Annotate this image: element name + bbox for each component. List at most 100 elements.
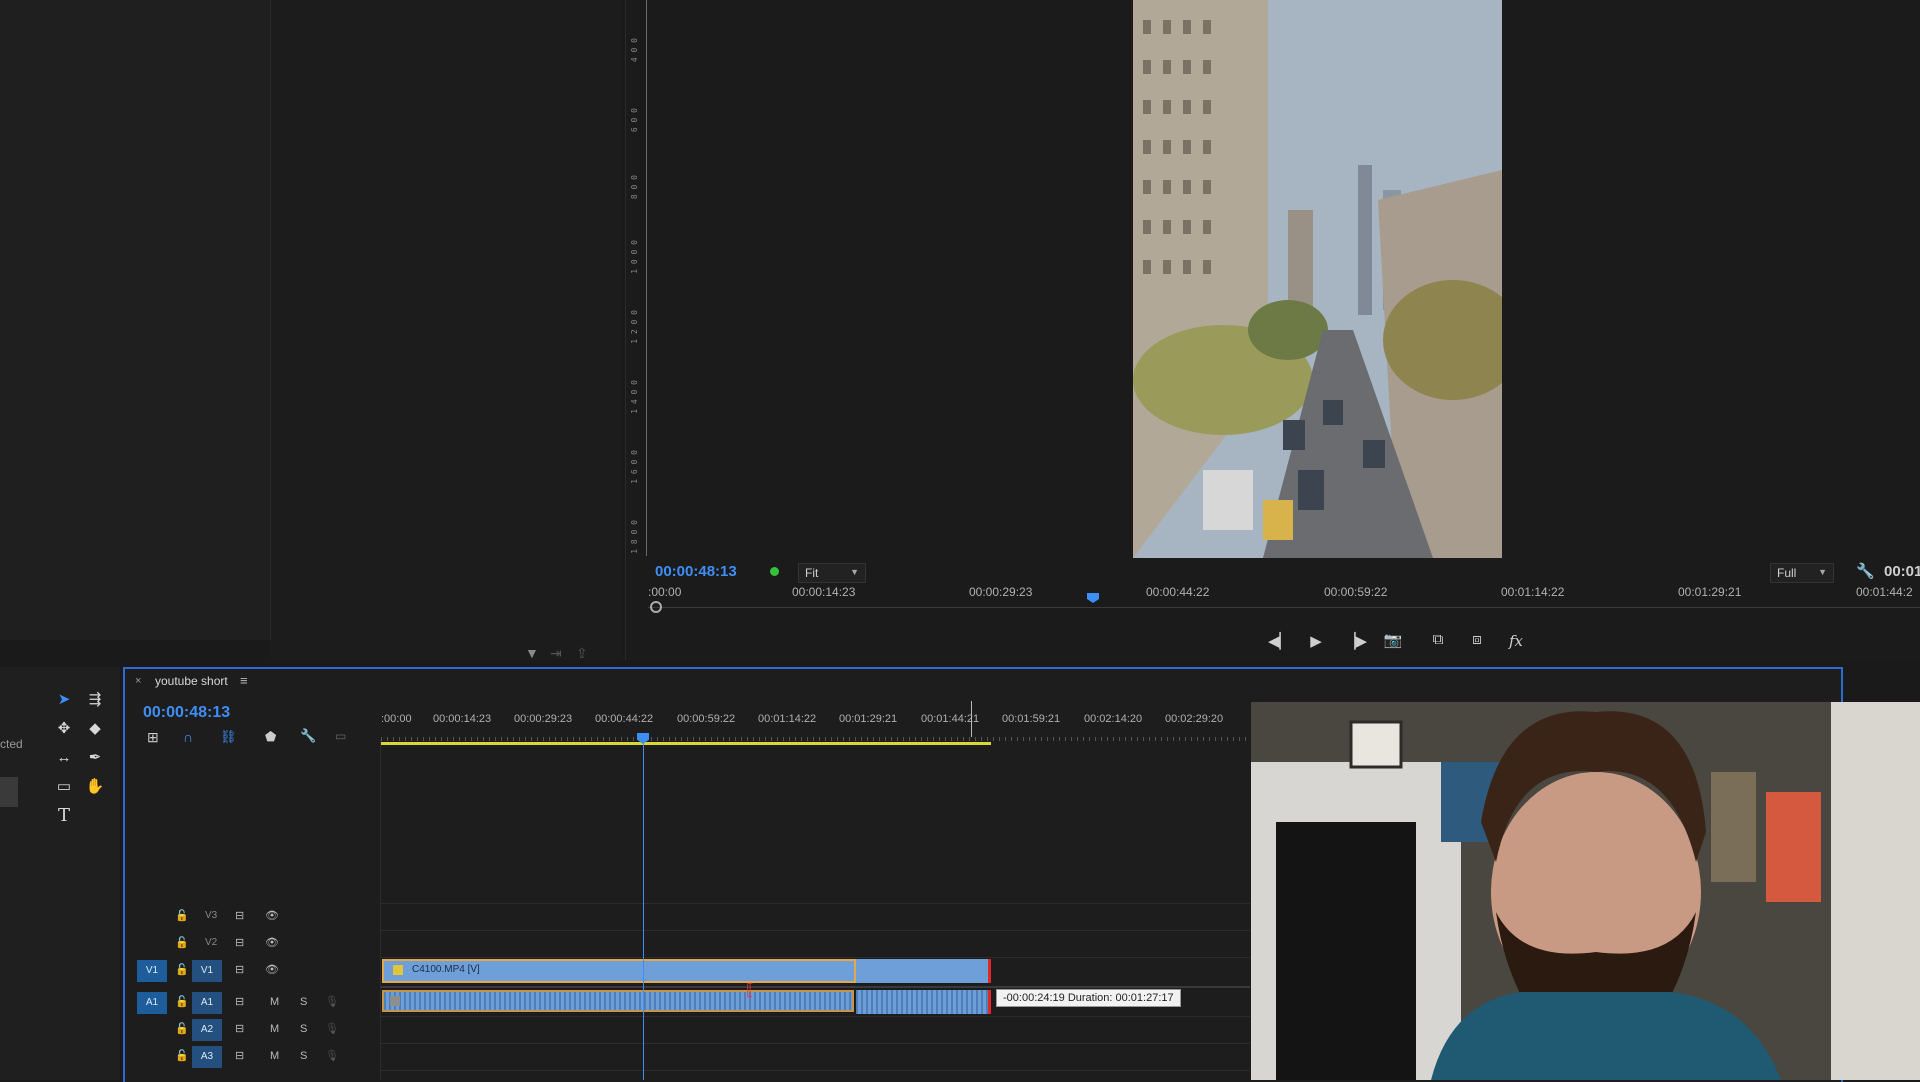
microphone-icon[interactable]: 🎙: [325, 1049, 339, 1062]
insert-icon[interactable]: ⇥: [550, 645, 562, 662]
camera-icon[interactable]: 📷: [1382, 631, 1404, 649]
in-point-handle[interactable]: [650, 601, 662, 613]
ripple-edit-tool-icon[interactable]: ✥: [53, 718, 75, 740]
track-target-a3[interactable]: A3: [192, 1046, 222, 1068]
lock-icon[interactable]: 🔓: [175, 1049, 189, 1062]
monitor-duration: 00:01: [1884, 563, 1920, 580]
extract-icon[interactable]: ⧈: [1466, 631, 1488, 648]
tick-label: 00:01:14:22: [758, 713, 817, 725]
tick-label: 00:00:44:22: [1146, 585, 1210, 599]
sync-lock-icon[interactable]: ⊟: [235, 1049, 244, 1062]
captions-icon[interactable]: ▭: [335, 729, 346, 743]
sync-lock-icon[interactable]: ⊟: [235, 936, 244, 949]
timeline-timecode[interactable]: 00:00:48:13: [143, 704, 230, 722]
work-area-bar[interactable]: [381, 742, 991, 745]
track-target-v1[interactable]: V1: [192, 960, 222, 982]
mute-button[interactable]: M: [270, 1023, 279, 1035]
eye-icon[interactable]: 👁: [265, 909, 279, 922]
panel-menu-icon[interactable]: ≡: [240, 673, 248, 688]
settings-wrench-icon[interactable]: 🔧: [300, 728, 316, 744]
linked-selection-icon[interactable]: ⛓: [220, 729, 237, 745]
solo-button[interactable]: S: [300, 1023, 307, 1035]
wrench-icon[interactable]: 🔧: [1856, 562, 1875, 580]
snap-icon[interactable]: ∩: [183, 729, 193, 745]
tick-label: :00:00: [381, 713, 412, 725]
trim-preview-audio[interactable]: [856, 990, 991, 1014]
timeline-tab-title[interactable]: youtube short: [155, 674, 228, 688]
pen-tool-icon[interactable]: ✒: [84, 747, 106, 769]
sync-lock-icon[interactable]: ⊟: [235, 1022, 244, 1035]
source-patch-v1[interactable]: V1: [137, 960, 167, 982]
trim-tooltip: -00:00:24:19 Duration: 00:01:27:17: [996, 989, 1181, 1007]
resolution-select-value: Full: [1777, 566, 1797, 580]
type-tool-icon[interactable]: T: [53, 805, 75, 827]
lock-icon[interactable]: 🔓: [175, 963, 189, 976]
microphone-icon[interactable]: 🎙: [325, 1022, 339, 1035]
lock-icon[interactable]: 🔓: [175, 995, 189, 1008]
export-icon[interactable]: ⇪: [576, 645, 588, 662]
rectangle-tool-icon[interactable]: ▭: [53, 776, 75, 798]
mute-button[interactable]: M: [270, 996, 279, 1008]
filter-icon[interactable]: ▼: [525, 645, 539, 661]
lock-icon[interactable]: 🔓: [175, 936, 189, 949]
ruler-label: 1 4 0 0: [630, 380, 639, 414]
track-header-v3: 🔓 V3 ⊟ 👁: [125, 904, 380, 930]
slip-tool-icon[interactable]: ↔: [53, 747, 75, 769]
street-scene-image: [1133, 0, 1502, 558]
step-back-icon[interactable]: ◀▏: [1268, 632, 1291, 650]
eye-icon[interactable]: 👁: [265, 936, 279, 949]
trim-preview-video[interactable]: [856, 959, 991, 983]
fx-icon[interactable]: fx: [1505, 632, 1527, 650]
timeline-playhead-line[interactable]: [643, 735, 644, 1080]
source-patch-a1[interactable]: A1: [137, 992, 167, 1014]
lane-divider: [380, 1043, 1250, 1044]
status-dot: [770, 567, 779, 576]
zoom-select[interactable]: Fit ▼: [798, 563, 866, 583]
sync-lock-icon[interactable]: ⊟: [235, 909, 244, 922]
solo-button[interactable]: S: [300, 996, 307, 1008]
trim-cursor-icon: ⟦: [746, 982, 754, 999]
microphone-icon[interactable]: 🎙: [325, 995, 339, 1008]
track-target-a2[interactable]: A2: [192, 1019, 222, 1041]
trim-indicator-line: [971, 701, 972, 737]
monitor-timecode[interactable]: 00:00:48:13: [655, 563, 737, 580]
ruler-ticks: [381, 737, 1251, 741]
lift-icon[interactable]: ⧉: [1427, 631, 1449, 648]
resolution-select[interactable]: Full ▼: [1770, 563, 1834, 583]
ruler-label: 4 0 0: [630, 38, 639, 63]
program-video-frame: [1133, 0, 1502, 558]
lane-divider: [380, 957, 1250, 958]
scrub-bar[interactable]: [648, 607, 1920, 608]
hand-tool-icon[interactable]: ✋: [84, 776, 106, 798]
tick-label: 00:01:59:21: [1002, 713, 1061, 725]
panel-scrollbar[interactable]: [0, 777, 18, 807]
monitor-playhead[interactable]: [1087, 593, 1099, 603]
play-icon[interactable]: ▶: [1305, 632, 1327, 650]
sync-lock-icon[interactable]: ⊟: [235, 995, 244, 1008]
step-forward-icon[interactable]: ▕▶: [1344, 632, 1367, 650]
marker-icon[interactable]: ⬟: [265, 729, 276, 745]
selection-tool-icon[interactable]: ➤: [53, 689, 75, 711]
solo-button[interactable]: S: [300, 1050, 307, 1062]
track-target-a1[interactable]: A1: [192, 992, 222, 1014]
tick-label: 00:00:14:23: [792, 585, 856, 599]
tick-label: 00:01:29:21: [839, 713, 898, 725]
audio-clip[interactable]: [382, 990, 854, 1012]
eye-icon[interactable]: 👁: [265, 963, 279, 976]
mute-button[interactable]: M: [270, 1050, 279, 1062]
header-separator: [380, 740, 381, 1080]
track-label: V3: [205, 910, 218, 921]
monitor-time-ruler[interactable]: :00:00 00:00:14:23 00:00:29:23 00:00:44:…: [648, 585, 1920, 615]
video-clip[interactable]: C4100.MP4 [V]: [382, 959, 856, 983]
audio-fx-badge-icon: [390, 996, 400, 1006]
timeline-time-ruler[interactable]: :00:00 00:00:14:23 00:00:29:23 00:00:44:…: [381, 701, 1251, 745]
lock-icon[interactable]: 🔓: [175, 909, 189, 922]
close-icon[interactable]: ×: [135, 675, 141, 687]
track-header-a1: A1 🔓 A1 ⊟ M S 🎙: [125, 990, 380, 1016]
track-select-tool-icon[interactable]: ⇶: [84, 689, 106, 711]
lock-icon[interactable]: 🔓: [175, 1022, 189, 1035]
nest-icon[interactable]: ⊞: [147, 729, 159, 746]
sync-lock-icon[interactable]: ⊟: [235, 963, 244, 976]
razor-tool-icon[interactable]: ◆: [84, 718, 106, 740]
tick-label: 00:00:59:22: [677, 713, 736, 725]
